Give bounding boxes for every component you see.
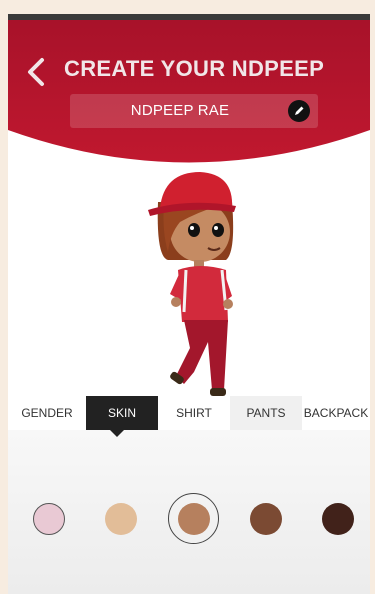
tab-backpack[interactable]: BACKPACK	[302, 396, 370, 430]
header: CREATE YOUR NDPEEP NDPEEP RAE	[8, 20, 370, 170]
skin-swatch-2[interactable]	[105, 503, 137, 535]
edit-name-button[interactable]	[288, 100, 310, 122]
pencil-icon	[288, 100, 310, 122]
skin-swatch-4[interactable]	[250, 503, 282, 535]
chevron-left-icon	[28, 58, 44, 86]
back-button[interactable]	[22, 54, 52, 90]
tab-shirt[interactable]: SHIRT	[158, 396, 230, 430]
tab-gender[interactable]: GENDER	[8, 396, 86, 430]
active-tab-caret	[110, 430, 124, 437]
skin-swatch-5[interactable]	[322, 503, 354, 535]
category-tabs: GENDER SKIN SHIRT PANTS BACKPACK	[8, 396, 370, 430]
tab-pants[interactable]: PANTS	[230, 396, 302, 430]
skin-swatch-1[interactable]	[33, 503, 65, 535]
character-name: NDPEEP RAE	[130, 102, 230, 119]
app-screen: CREATE YOUR NDPEEP NDPEEP RAE GENDER SKI…	[8, 14, 370, 594]
skin-swatch-3[interactable]	[178, 503, 210, 535]
name-field[interactable]: NDPEEP RAE	[70, 94, 318, 128]
character-figure	[148, 172, 236, 396]
avatar-preview	[128, 162, 248, 402]
tab-skin[interactable]: SKIN	[86, 396, 158, 430]
page-title: CREATE YOUR NDPEEP	[64, 56, 325, 81]
